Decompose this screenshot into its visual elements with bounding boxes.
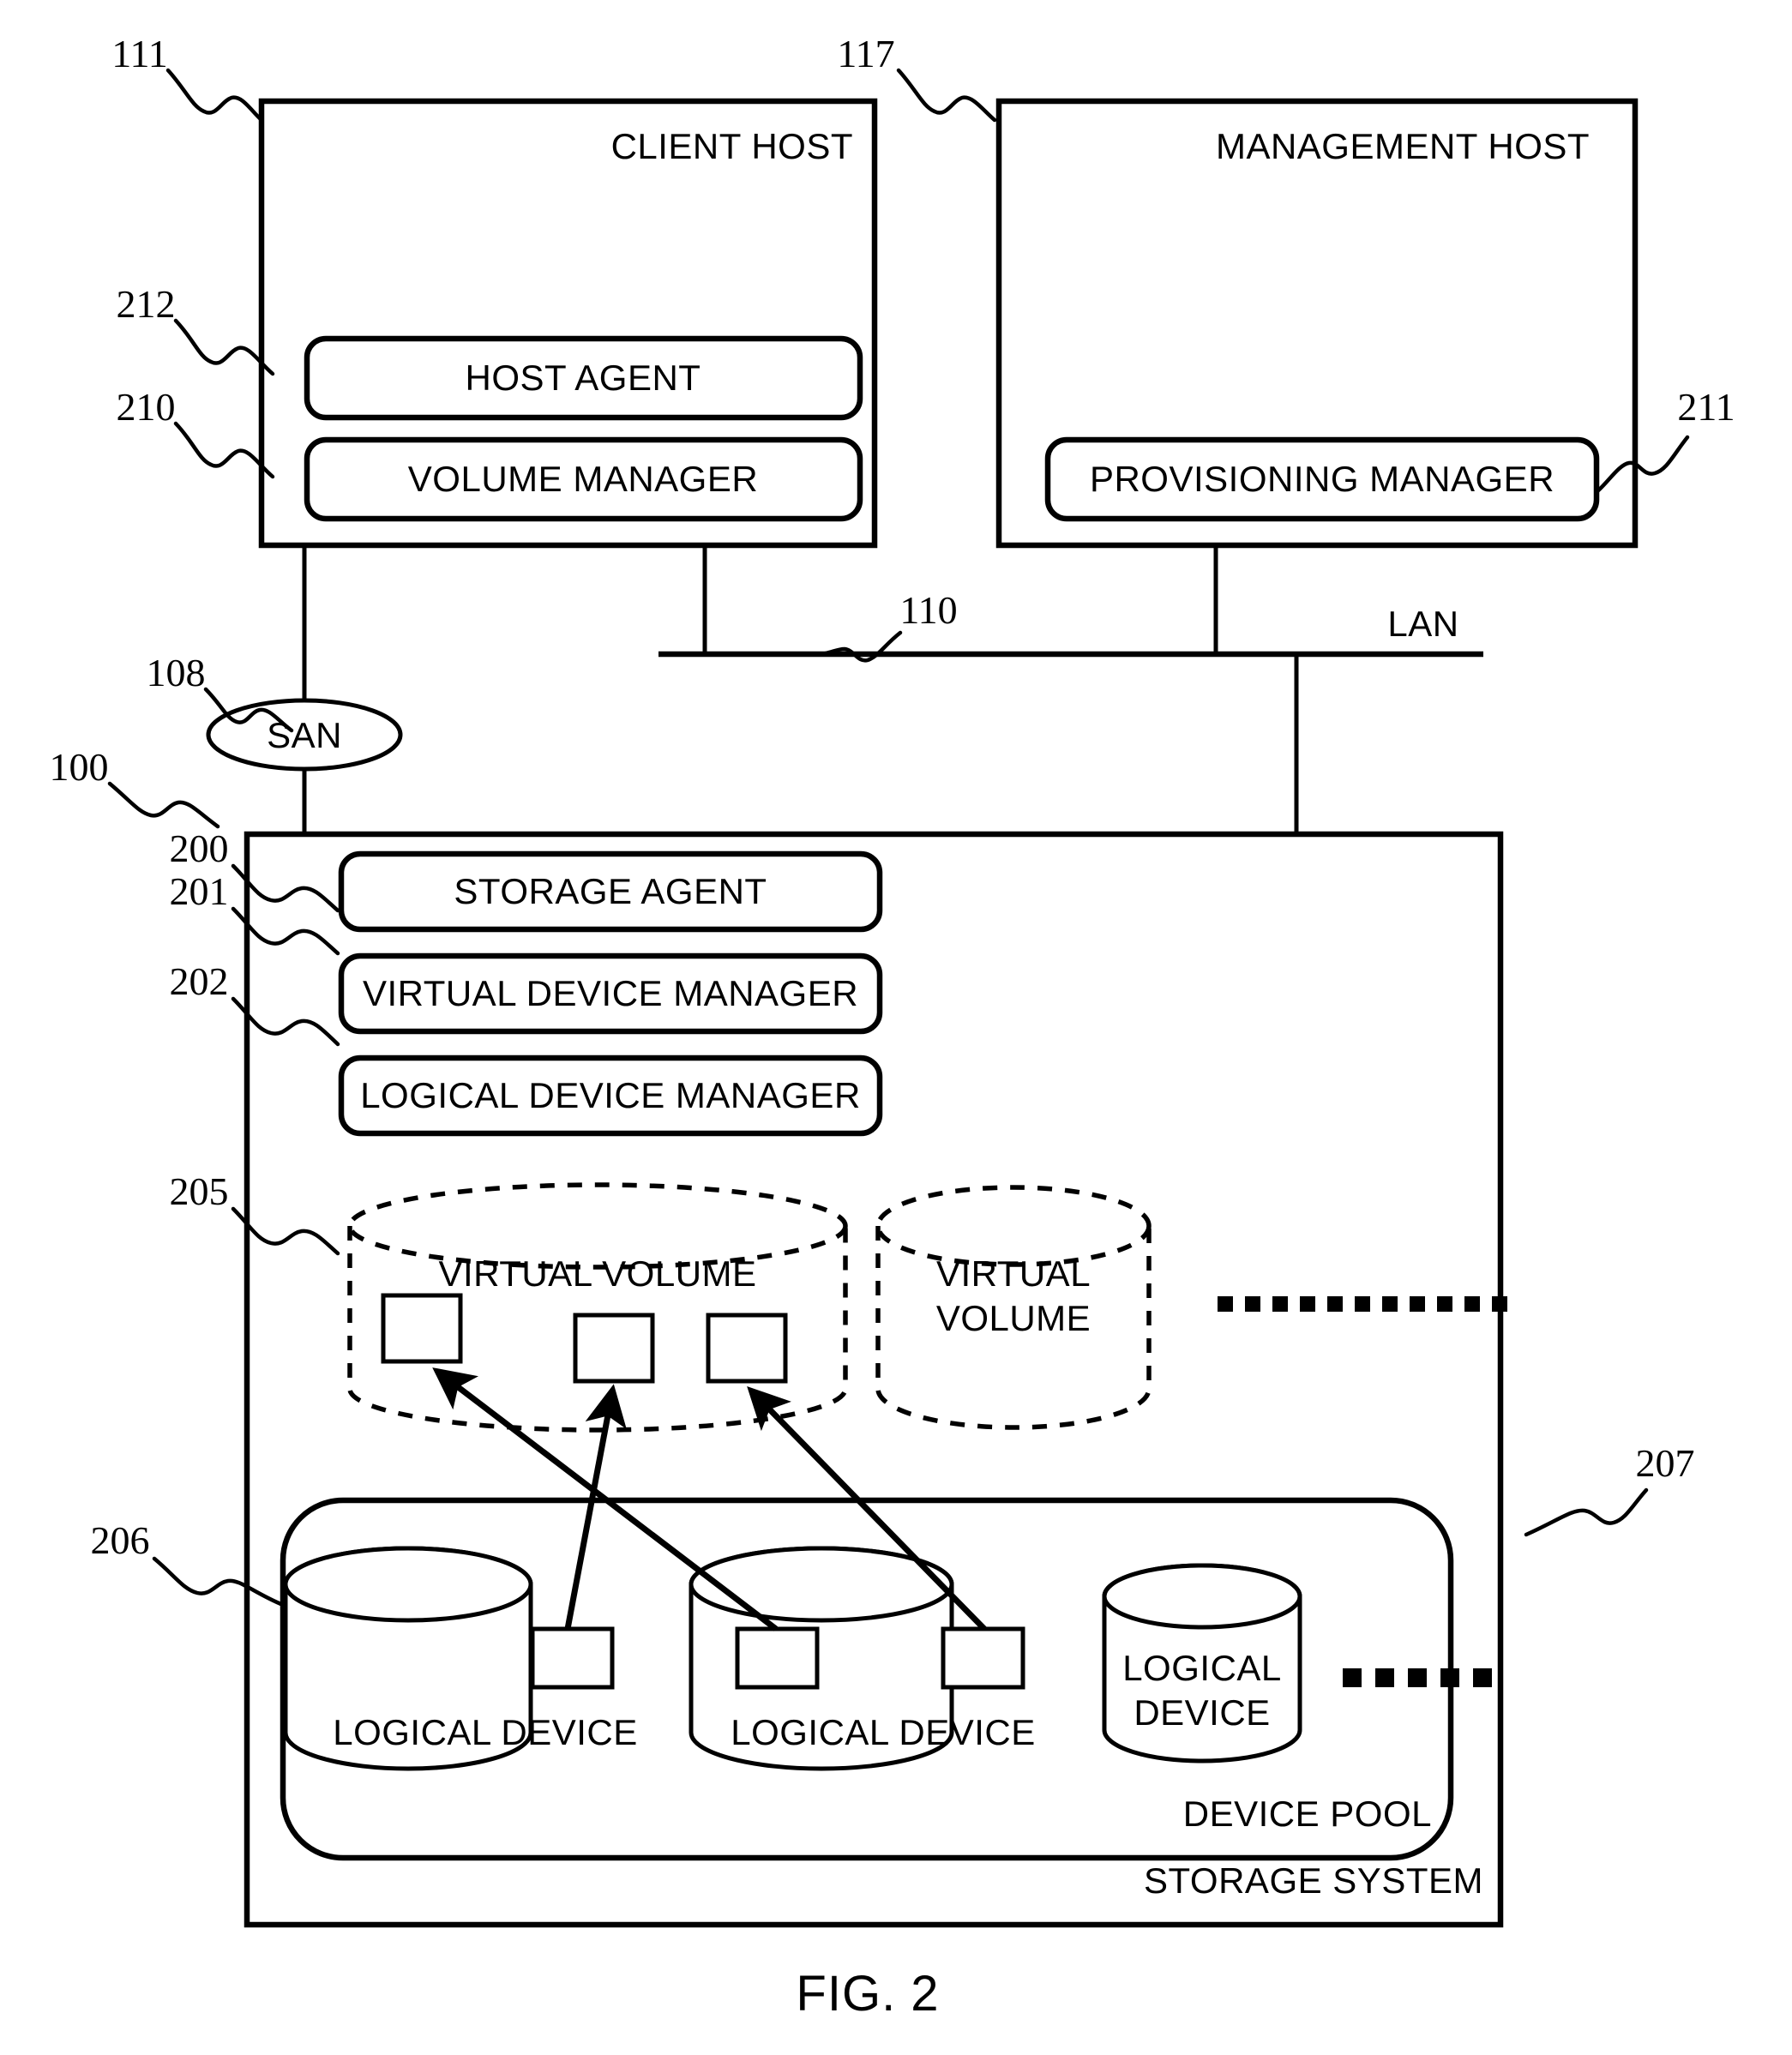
client-host-group: CLIENT HOST HOST AGENT VOLUME MANAGER <box>258 98 878 549</box>
connection-lines <box>302 545 1483 834</box>
virtual-volume-1-segment-1 <box>381 1293 463 1364</box>
logical-device-2-segment-2 <box>941 1626 1025 1690</box>
logical-device-2-segment-1 <box>735 1626 820 1690</box>
virtual-volume-1-segment-2 <box>573 1313 655 1384</box>
logical-device-1-segment-1 <box>530 1626 615 1690</box>
ref-108: 108 <box>147 651 206 694</box>
ref-117: 117 <box>837 32 894 75</box>
virtual-device-manager-label: VIRTUAL DEVICE MANAGER <box>363 973 858 1013</box>
virtual-volume-2-label-line2: VOLUME <box>936 1298 1091 1338</box>
storage-system-group: STORAGE SYSTEM STORAGE AGENT VIRTUAL DEV… <box>244 831 1507 1928</box>
logical-device-3-label-line2: DEVICE <box>1134 1692 1270 1733</box>
patent-figure-2: CLIENT HOST HOST AGENT VOLUME MANAGER MA… <box>0 0 1792 2055</box>
ref-206: 206 <box>91 1518 150 1562</box>
ref-110: 110 <box>899 588 957 632</box>
ref-100: 100 <box>50 745 109 789</box>
ref-207-leader <box>1524 1487 1649 1537</box>
ref-207: 207 <box>1636 1441 1695 1485</box>
ref-201: 201 <box>170 869 229 913</box>
logical-device-2-label: LOGICAL DEVICE <box>731 1712 1036 1752</box>
ref-202: 202 <box>170 959 229 1003</box>
logical-device-1-top <box>283 1546 533 1623</box>
virtual-volume-1-segment-3 <box>706 1313 788 1384</box>
san-group: SAN <box>206 698 403 772</box>
logical-device-manager-label: LOGICAL DEVICE MANAGER <box>360 1075 861 1115</box>
ref-111: 111 <box>111 32 168 75</box>
ref-117-leader <box>896 68 997 123</box>
virtual-volume-1-label: VIRTUAL VOLUME <box>438 1253 756 1294</box>
virtual-volume-2-label-line1: VIRTUAL <box>936 1253 1091 1294</box>
client-host-title: CLIENT HOST <box>611 126 853 166</box>
management-host-title: MANAGEMENT HOST <box>1216 126 1590 166</box>
logical-device-1-label: LOGICAL DEVICE <box>333 1712 638 1752</box>
ref-200: 200 <box>170 826 229 870</box>
logical-device-3-label-line1: LOGICAL <box>1122 1648 1282 1688</box>
lan-label: LAN <box>1387 604 1458 644</box>
device-pool-group: DEVICE POOL LOGICAL DEVICE LOGICAL DEVIC… <box>280 1497 1492 1861</box>
storage-agent-label: STORAGE AGENT <box>454 871 767 911</box>
ref-111-leader <box>165 68 264 123</box>
ref-210: 210 <box>117 385 176 429</box>
ref-212-leader <box>173 318 275 376</box>
ref-212: 212 <box>117 282 176 326</box>
provisioning-manager-label: PROVISIONING MANAGER <box>1090 459 1554 499</box>
ref-211: 211 <box>1677 385 1735 429</box>
logical-device-3: LOGICAL DEVICE <box>1102 1563 1302 1764</box>
ref-100-leader <box>107 781 220 829</box>
figure-canvas: CLIENT HOST HOST AGENT VOLUME MANAGER MA… <box>50 32 1735 2022</box>
ref-205: 205 <box>170 1169 229 1213</box>
host-agent-label: HOST AGENT <box>466 358 701 398</box>
ref-210-leader <box>173 421 275 479</box>
device-pool-title: DEVICE POOL <box>1183 1794 1432 1834</box>
volume-manager-label: VOLUME MANAGER <box>408 459 758 499</box>
logical-device-3-top <box>1102 1563 1302 1630</box>
figure-caption: FIG. 2 <box>796 1966 939 2022</box>
storage-system-title: STORAGE SYSTEM <box>1144 1860 1483 1901</box>
management-host-group: MANAGEMENT HOST PROVISIONING MANAGER <box>995 98 1639 549</box>
